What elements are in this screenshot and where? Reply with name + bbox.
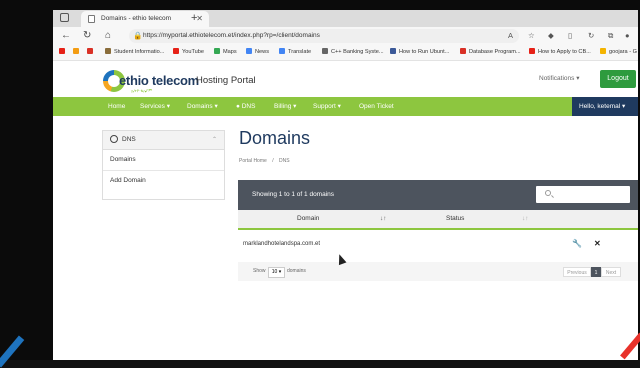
logout-button[interactable]: Logout xyxy=(600,70,636,88)
sort-icon[interactable]: ↓↑ xyxy=(380,210,387,228)
breadcrumb-portal-home[interactable]: Portal Home xyxy=(239,158,267,164)
column-status[interactable]: Status xyxy=(446,210,464,228)
bookmarks-bar: Student Informatio... YouTube Maps News … xyxy=(53,45,638,61)
home-icon[interactable]: ⌂ xyxy=(105,27,111,45)
breadcrumb-current: DNS xyxy=(278,158,290,164)
collections-icon[interactable]: ⧉ xyxy=(608,27,613,45)
bookmark-maps[interactable]: Maps xyxy=(214,45,237,60)
nav-support[interactable]: Support ▾ xyxy=(313,97,341,116)
url-text[interactable]: https://myportal.ethiotelecom.et/index.p… xyxy=(143,27,320,45)
nav-billing[interactable]: Billing ▾ xyxy=(274,97,296,116)
page-1-button[interactable]: 1 xyxy=(591,267,601,277)
column-domain[interactable]: Domain xyxy=(297,210,319,228)
refresh-icon[interactable]: ↻ xyxy=(83,27,91,45)
bookmark-database[interactable]: Database Program... xyxy=(460,45,521,60)
bookmark-news[interactable]: News xyxy=(246,45,269,60)
search-icon xyxy=(545,190,551,196)
page-icon xyxy=(88,15,95,23)
globe-icon xyxy=(110,135,118,143)
bookmark-h-icon[interactable] xyxy=(73,45,82,60)
domains-label: domains xyxy=(287,268,306,274)
bookmark-cb[interactable]: How to Apply to CB... xyxy=(529,45,591,60)
bookmark-ubuntu[interactable]: How to Run Ubunt... xyxy=(390,45,449,60)
page-size-select[interactable]: 10 ▾ xyxy=(268,267,285,278)
nav-domains[interactable]: Domains ▾ xyxy=(187,97,218,116)
close-icon[interactable]: ✕ xyxy=(594,230,601,258)
breadcrumb-separator: / xyxy=(272,158,274,164)
table-footer: Show 10 ▾ domains Previous 1 Next xyxy=(238,262,638,281)
bookmark-translate[interactable]: Translate xyxy=(279,45,311,60)
domain-name[interactable]: marklandhotelandspa.com.et xyxy=(243,230,320,258)
sync-icon[interactable]: ↻ xyxy=(588,27,594,45)
screen-border-left xyxy=(0,0,53,360)
next-page-button[interactable]: Next xyxy=(601,267,621,277)
search-input[interactable] xyxy=(536,186,630,203)
nav-home[interactable]: Home xyxy=(108,97,125,116)
wrench-icon[interactable]: 🔧 xyxy=(572,230,582,258)
address-bar-row: ← ↻ ⌂ 🔒 https://myportal.ethiotelecom.et… xyxy=(53,27,638,45)
show-label: Show xyxy=(253,268,266,274)
sidebar-panel: DNS ⌃ Domains Add Domain xyxy=(102,130,225,200)
browser-window: Domains - ethio telecom ✕ + ← ↻ ⌂ 🔒 http… xyxy=(53,10,638,360)
page-title: Domains xyxy=(239,128,311,148)
tab-strip: Domains - ethio telecom ✕ + xyxy=(53,10,638,27)
sidebar-title: DNS xyxy=(122,136,136,143)
sort-icon[interactable]: ↓↑ xyxy=(522,210,529,228)
screen-border-top xyxy=(0,0,640,10)
main-nav: Home Services ▾ Domains ▾ ● DNS Billing … xyxy=(53,97,638,116)
nav-open-ticket[interactable]: Open Ticket xyxy=(359,97,394,116)
extension-icon[interactable]: ◆ xyxy=(548,27,554,45)
table-header: Domain ↓↑ Status ↓↑ xyxy=(238,210,638,230)
sidebar-item-domains[interactable]: Domains xyxy=(103,150,224,171)
tab-actions-icon[interactable] xyxy=(60,13,69,22)
table-toolbar: Showing 1 to 1 of 1 domains xyxy=(238,180,638,210)
bookmark-student-info[interactable]: Student Informatio... xyxy=(105,45,164,60)
bookmark-youtube[interactable]: YouTube xyxy=(173,45,204,60)
logo-tagline: ኢትዮ ቴሌኮም xyxy=(131,88,153,93)
bookmark-gmail-icon[interactable] xyxy=(87,45,96,60)
profile-icon[interactable]: ● xyxy=(625,27,630,45)
bookmark-youtube-icon[interactable] xyxy=(59,45,68,60)
sidebar-header[interactable]: DNS ⌃ xyxy=(103,131,224,150)
table-info: Showing 1 to 1 of 1 domains xyxy=(252,191,335,198)
table-row[interactable]: marklandhotelandspa.com.et 🔧 ✕ xyxy=(238,230,638,258)
portal-title: Hosting Portal xyxy=(196,75,256,86)
favorite-icon[interactable]: ☆ xyxy=(528,27,535,45)
lock-icon[interactable]: 🔒 xyxy=(133,27,142,45)
new-tab-icon[interactable]: + xyxy=(191,10,197,26)
breadcrumb: Portal Home / DNS xyxy=(239,158,290,164)
split-screen-icon[interactable]: ▯ xyxy=(568,27,572,45)
tab-domains[interactable]: Domains - ethio telecom ✕ xyxy=(81,11,209,27)
nav-dns[interactable]: ● DNS xyxy=(236,97,255,116)
sidebar-item-add-domain[interactable]: Add Domain xyxy=(103,171,224,191)
read-aloud-icon[interactable]: A xyxy=(508,27,513,45)
previous-page-button[interactable]: Previous xyxy=(563,267,591,277)
bookmark-goojara[interactable]: goojara - G xyxy=(600,45,637,60)
back-icon[interactable]: ← xyxy=(61,27,71,45)
tab-title: Domains - ethio telecom xyxy=(101,15,172,22)
nav-services[interactable]: Services ▾ xyxy=(140,97,170,116)
chevron-up-icon[interactable]: ⌃ xyxy=(212,131,217,149)
bookmark-cpp-banking[interactable]: C++ Banking Syste... xyxy=(322,45,384,60)
user-menu[interactable]: Hello, ketemal ▾ xyxy=(572,97,638,116)
notifications-menu[interactable]: Notifications ▾ xyxy=(539,74,579,82)
logo-text: ethio telecom xyxy=(119,73,199,88)
